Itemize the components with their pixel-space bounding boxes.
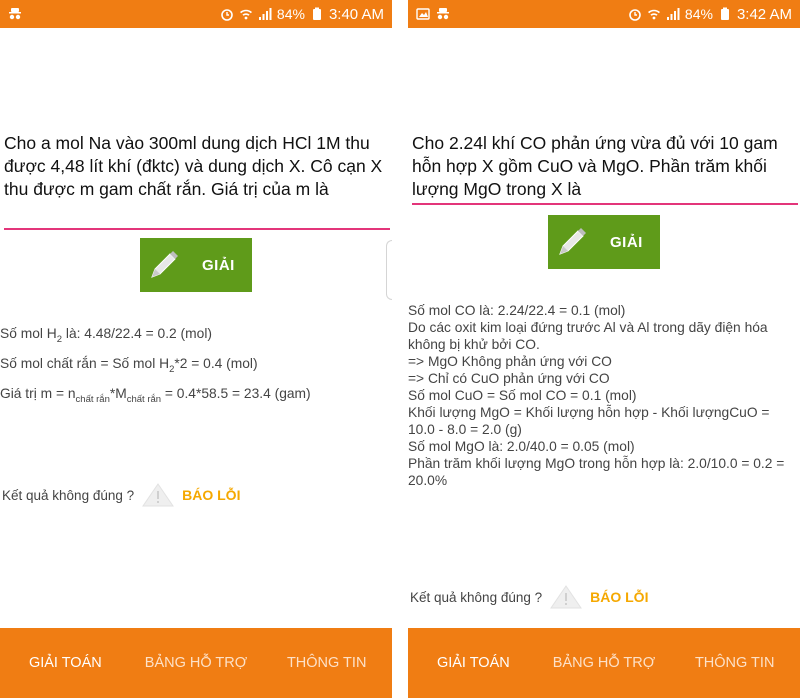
nav-info[interactable]: THÔNG TIN bbox=[669, 655, 800, 671]
report-row: Kết quả không đúng ? BÁO LỖI bbox=[2, 482, 240, 508]
solution-line: Phần trăm khối lượng MgO trong hỗn hợp l… bbox=[408, 456, 785, 488]
nav-solve-math[interactable]: GIẢI TOÁN bbox=[408, 655, 539, 671]
alarm-icon bbox=[628, 7, 642, 21]
report-prompt: Kết quả không đúng ? bbox=[2, 487, 135, 503]
battery-percent: 84% bbox=[684, 6, 713, 22]
incognito-icon bbox=[8, 7, 22, 21]
image-icon bbox=[416, 7, 430, 21]
solution-line: Số mol CO là: 2.24/22.4 = 0.1 (mol) bbox=[408, 303, 626, 318]
solution-line: Số mol H2 là: 4.48/22.4 = 0.2 (mol) bbox=[0, 326, 212, 345]
solve-button-label: GIẢI bbox=[202, 256, 235, 274]
battery-icon bbox=[718, 7, 732, 21]
nav-support-table[interactable]: BẢNG HỖ TRỢ bbox=[539, 655, 670, 671]
alarm-icon bbox=[220, 7, 234, 21]
report-prompt: Kết quả không đúng ? bbox=[410, 589, 543, 605]
status-bar: 84% 3:42 AM bbox=[408, 0, 800, 28]
wifi-icon bbox=[647, 7, 661, 21]
wifi-icon bbox=[239, 7, 253, 21]
clock: 3:40 AM bbox=[328, 5, 384, 23]
clock: 3:42 AM bbox=[736, 5, 792, 23]
phone-screen-left: 84% 3:40 AM Cho a mol Na vào 300ml dung … bbox=[0, 0, 392, 698]
solution-line: => Chỉ có CuO phản ứng với CO bbox=[408, 371, 610, 386]
report-error-button[interactable]: BÁO LỖI bbox=[182, 487, 240, 503]
incognito-icon bbox=[436, 7, 450, 21]
battery-percent: 84% bbox=[276, 6, 305, 22]
nav-info[interactable]: THÔNG TIN bbox=[261, 655, 392, 671]
scroll-edge-indicator bbox=[386, 240, 392, 300]
question-input[interactable]: Cho a mol Na vào 300ml dung dịch HCl 1M … bbox=[4, 132, 392, 201]
solution-line: => MgO Không phản ứng với CO bbox=[408, 354, 612, 369]
battery-icon bbox=[310, 7, 324, 21]
question-input[interactable]: Cho 2.24l khí CO phản ứng vừa đủ với 10 … bbox=[412, 132, 800, 201]
solution-line: Khối lượng MgO = Khối lượng hỗn hợp - Kh… bbox=[408, 405, 770, 437]
report-error-button[interactable]: BÁO LỖI bbox=[590, 589, 648, 605]
solution-line: Giá trị m = nchất rắn*Mchất rắn = 0.4*58… bbox=[0, 385, 311, 405]
warning-icon[interactable] bbox=[548, 584, 584, 610]
bottom-nav: GIẢI TOÁN BẢNG HỖ TRỢ THÔNG TIN bbox=[408, 628, 800, 698]
input-underline bbox=[4, 228, 390, 230]
warning-icon[interactable] bbox=[140, 482, 176, 508]
screenshot-gutter bbox=[392, 0, 408, 698]
solution-line: Số mol CuO = Số mol CO = 0.1 (mol) bbox=[408, 388, 637, 403]
phone-screen-right: 84% 3:42 AM Cho 2.24l khí CO phản ứng vừ… bbox=[408, 0, 800, 698]
signal-icon bbox=[666, 7, 680, 21]
solution-text: Số mol CO là: 2.24/22.4 = 0.1 (mol) Do c… bbox=[408, 302, 796, 489]
solve-button[interactable]: GIẢI bbox=[548, 215, 660, 269]
solve-button-label: GIẢI bbox=[610, 233, 643, 251]
solution-text: Số mol H2 là: 4.48/22.4 = 0.2 (mol) Số m… bbox=[0, 325, 388, 407]
pencil-icon bbox=[554, 224, 590, 260]
bottom-nav: GIẢI TOÁN BẢNG HỖ TRỢ THÔNG TIN bbox=[0, 628, 392, 698]
pencil-icon bbox=[146, 247, 182, 283]
solution-line: Do các oxit kim loại đứng trước Al và Al… bbox=[408, 320, 768, 352]
report-row: Kết quả không đúng ? BÁO LỖI bbox=[410, 584, 648, 610]
status-bar: 84% 3:40 AM bbox=[0, 0, 392, 28]
input-underline bbox=[412, 203, 798, 205]
nav-solve-math[interactable]: GIẢI TOÁN bbox=[0, 655, 131, 671]
solve-button[interactable]: GIẢI bbox=[140, 238, 252, 292]
signal-icon bbox=[258, 7, 272, 21]
nav-support-table[interactable]: BẢNG HỖ TRỢ bbox=[131, 655, 262, 671]
solution-line: Số mol chất rắn = Số mol H2*2 = 0.4 (mol… bbox=[0, 355, 258, 375]
solution-line: Số mol MgO là: 2.0/40.0 = 0.05 (mol) bbox=[408, 439, 635, 454]
